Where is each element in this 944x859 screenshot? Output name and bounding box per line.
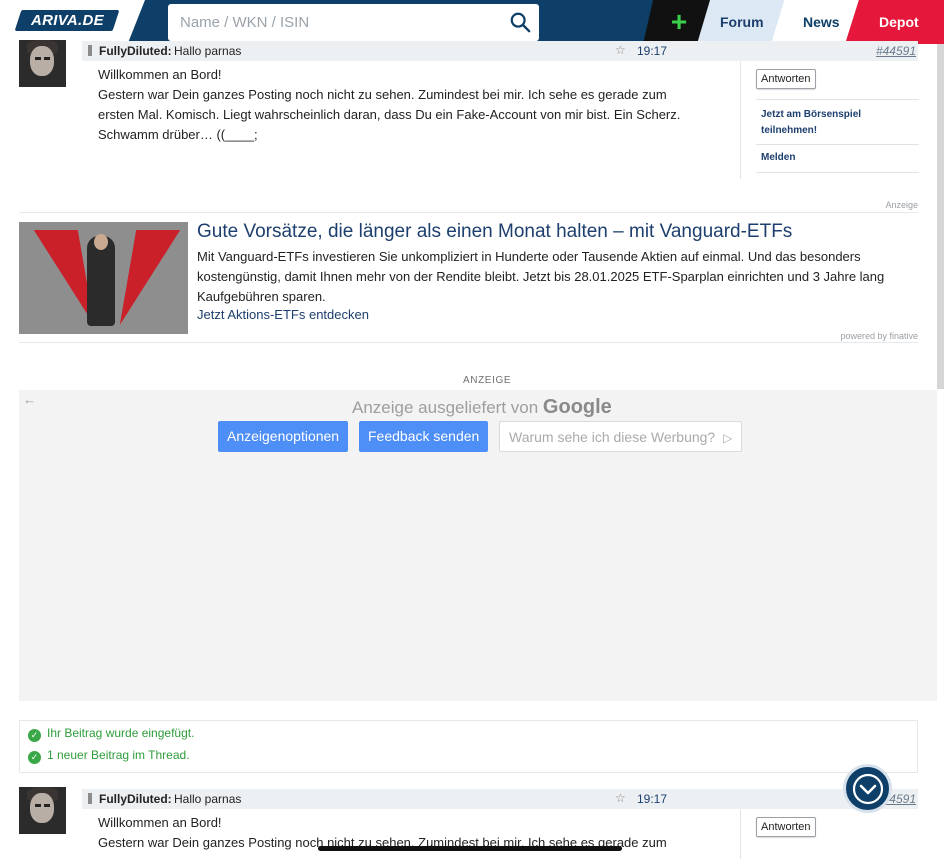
star-icon[interactable]: ☆ <box>615 43 626 57</box>
post-body: Willkommen an Bord! Gestern war Dein gan… <box>98 65 708 145</box>
post-sidebar: Antworten <box>740 810 918 859</box>
ad-text: Mit Vanguard-ETFs investieren Sie unkomp… <box>197 247 897 307</box>
boersenspiel-link[interactable]: Jetzt am Börsenspiel teilnehmen! <box>761 107 881 139</box>
divider <box>19 342 918 343</box>
google-ad-frame: ← Anzeige ausgeliefert von Google Anzeig… <box>19 390 937 701</box>
delivered-by-text: Anzeige ausgeliefert von <box>352 398 539 417</box>
search-icon[interactable] <box>509 11 531 33</box>
post-header: FullyDiluted: Hallo parnas ☆ 19:17 #4459… <box>82 41 918 61</box>
send-feedback-button[interactable]: Feedback senden <box>359 421 489 452</box>
why-this-ad-label: Warum sehe ich diese Werbung? <box>509 429 716 445</box>
post-number[interactable]: #44591 <box>876 44 916 58</box>
post-time: 19:17 <box>637 44 668 58</box>
notice-item: ✓ Ihr Beitrag wurde eingefügt. <box>28 726 194 742</box>
scrollbar[interactable] <box>937 44 944 389</box>
logo-area[interactable]: ARIVA.DE <box>0 0 145 44</box>
notice-text: 1 neuer Beitrag im Thread. <box>47 748 190 762</box>
ad-text-line: Mit Vanguard-ETFs investieren Sie unkomp… <box>197 249 861 264</box>
notice-text: Ihr Beitrag wurde eingefügt. <box>47 726 195 740</box>
chevron-down-icon <box>852 773 883 804</box>
check-icon: ✓ <box>28 729 41 742</box>
divider <box>19 212 918 213</box>
post-subject: Hallo parnas <box>174 44 242 58</box>
ad-text-line: Kaufgebühren sparen. <box>197 289 326 304</box>
search-input[interactable]: Name / WKN / ISIN <box>168 4 539 41</box>
ad-link[interactable]: Jetzt Aktions-ETFs entdecken <box>197 307 369 322</box>
notification-box: ✓ Ihr Beitrag wurde eingefügt. ✓ 1 neuer B… <box>19 720 918 773</box>
post-marker <box>88 45 92 56</box>
scroll-down-button[interactable] <box>843 764 892 813</box>
reply-button[interactable]: Antworten <box>756 817 816 837</box>
tab-depot[interactable]: Depot <box>845 0 944 44</box>
powered-by: powered by finative <box>840 331 918 341</box>
back-arrow-icon[interactable]: ← <box>23 392 36 407</box>
ad-label: Anzeige <box>885 200 918 210</box>
divider <box>756 99 919 100</box>
plus-icon: + <box>670 6 688 37</box>
google-brand: Google <box>542 396 612 418</box>
ad-text-line: kostengünstig, damit Ihnen mehr von der … <box>197 269 885 284</box>
ad-image[interactable] <box>19 222 188 334</box>
divider <box>756 144 919 145</box>
ad-title[interactable]: Gute Vorsätze, die länger als einen Mona… <box>197 221 792 243</box>
home-indicator <box>318 846 622 851</box>
divider <box>756 172 919 173</box>
search-placeholder: Name / WKN / ISIN <box>180 14 310 31</box>
post-time: 19:17 <box>637 792 668 806</box>
avatar[interactable] <box>19 40 66 87</box>
check-icon: ✓ <box>28 751 41 764</box>
post-line: Schwamm drüber… ((____; <box>98 127 258 142</box>
post-line: Gestern war Dein ganzes Posting noch nic… <box>98 87 667 102</box>
reply-button[interactable]: Antworten <box>756 69 816 89</box>
post-subject: Hallo parnas <box>174 792 242 806</box>
google-ad-label: ANZEIGE <box>463 375 512 386</box>
ad-options-button[interactable]: Anzeigenoptionen <box>218 421 349 452</box>
top-bar: ARIVA.DE Name / WKN / ISIN + Forum News … <box>0 0 944 44</box>
post-line: ersten Mal. Komisch. Liegt wahrscheinlic… <box>98 107 681 122</box>
ariva-logo[interactable]: ARIVA.DE <box>14 10 120 31</box>
star-icon[interactable]: ☆ <box>615 791 626 805</box>
logo-text: ARIVA.DE <box>30 12 104 29</box>
post-line: Willkommen an Bord! <box>98 815 222 830</box>
post-marker <box>88 793 92 804</box>
post-line: Willkommen an Bord! <box>98 67 222 82</box>
tab-forum-label: Forum <box>720 14 764 30</box>
notice-item[interactable]: ✓ 1 neuer Beitrag im Thread. <box>28 748 190 764</box>
post-author[interactable]: FullyDiluted: <box>99 44 172 58</box>
report-link[interactable]: Melden <box>761 150 795 166</box>
post-header: FullyDiluted: Hallo parnas ☆ 19:17 44591 <box>82 789 918 809</box>
tab-depot-label: Depot <box>879 14 919 30</box>
tab-news-label: News <box>803 14 840 30</box>
why-this-ad-button[interactable]: Warum sehe ich diese Werbung? ▷ <box>499 421 743 452</box>
avatar[interactable] <box>19 787 66 834</box>
ad-delivered-by: Anzeige ausgeliefert von Google <box>352 396 612 419</box>
adchoices-icon: ▷ <box>723 431 733 445</box>
post-author[interactable]: FullyDiluted: <box>99 792 172 806</box>
post-sidebar: Antworten Jetzt am Börsenspiel teilnehme… <box>740 62 919 179</box>
